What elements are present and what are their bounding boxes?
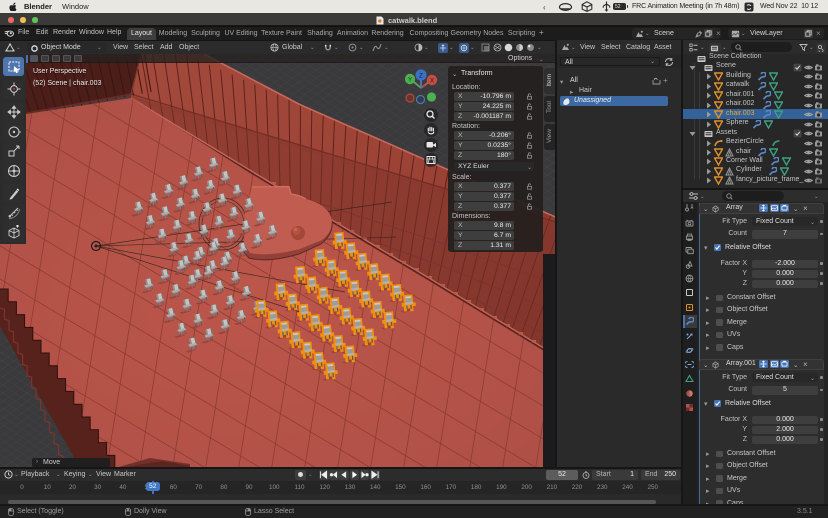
svg-text:Y: Y — [408, 77, 412, 83]
svg-text:Z: Z — [419, 74, 423, 80]
svg-text:X: X — [430, 78, 434, 84]
